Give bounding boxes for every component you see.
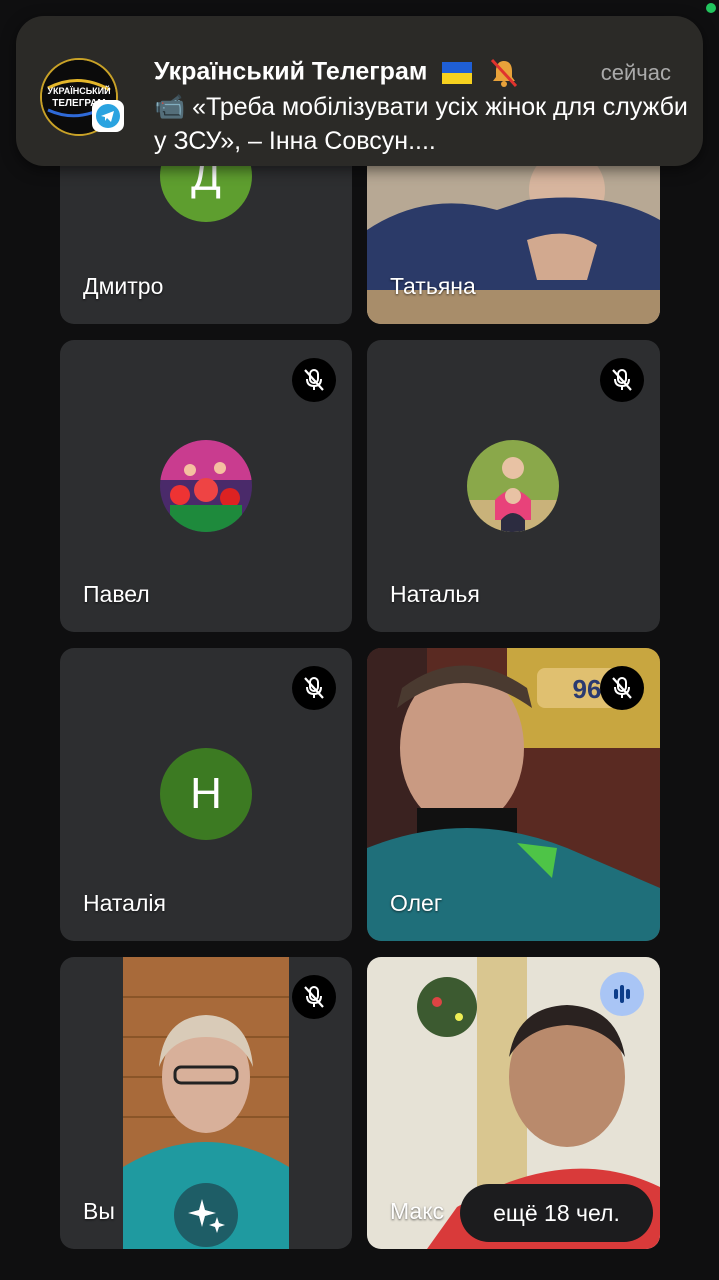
status-dot [706, 3, 716, 13]
participant-name: Наталья [390, 581, 480, 607]
avatar [160, 440, 252, 532]
mic-off-icon [292, 975, 336, 1019]
participant-name: Вы [83, 1198, 115, 1224]
avatar: Н [160, 748, 252, 840]
mic-off-icon [292, 358, 336, 402]
participant-name: Наталія [83, 890, 166, 916]
notification-title: Український Телеграм [154, 56, 521, 90]
svg-text:УКРАЇНСЬКИЙ: УКРАЇНСЬКИЙ [47, 85, 110, 96]
more-participants-button[interactable]: ещё 18 чел. [460, 1184, 653, 1242]
participant-name: Олег [390, 890, 443, 916]
participant-tile-pavel[interactable]: Павел [60, 340, 352, 632]
sparkle-effects-icon[interactable] [174, 1183, 238, 1247]
notification-body: 📹 «Треба мобілізувати усіх жінок для слу… [154, 93, 688, 155]
avatar [467, 440, 559, 532]
mic-off-icon [292, 666, 336, 710]
participant-tile-oleg[interactable]: 96 Олег [367, 648, 660, 941]
participant-name: Дмитро [83, 273, 164, 299]
participant-tile-self[interactable]: Вы [60, 957, 352, 1249]
svg-text:96: 96 [573, 674, 602, 704]
mic-off-icon [600, 358, 644, 402]
notification-time: сейчас [600, 60, 671, 85]
participant-tile-natalya[interactable]: Наталья [367, 340, 660, 632]
participant-tile-natalia[interactable]: Н Наталія [60, 648, 352, 941]
telegram-notification[interactable]: УКРАЇНСЬКИЙ ТЕЛЕГРАМ Український Телегра… [16, 16, 703, 166]
participant-name: Макс [390, 1198, 445, 1224]
mic-off-icon [600, 666, 644, 710]
audio-level-icon [600, 972, 644, 1016]
telegram-icon [92, 100, 124, 132]
bell-muted-icon [487, 56, 521, 90]
participant-name: Татьяна [390, 273, 476, 299]
ukraine-flag-icon [442, 62, 473, 84]
participant-name: Павел [83, 581, 150, 607]
